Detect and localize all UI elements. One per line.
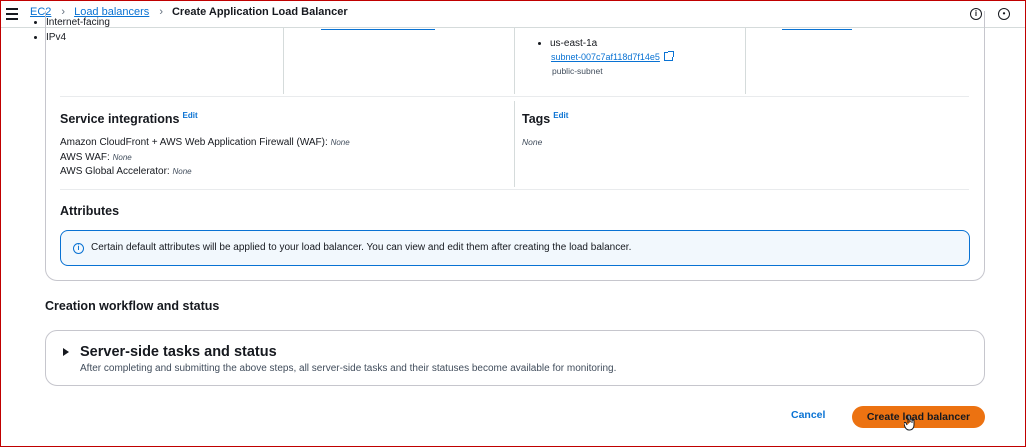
- divider: [60, 96, 969, 97]
- attributes-heading: Attributes: [60, 204, 120, 218]
- workflow-heading: Creation workflow and status: [45, 299, 220, 313]
- availability-zone-list: us-east-1a: [550, 37, 597, 51]
- aws-waf-row: AWS WAF: None: [60, 152, 132, 163]
- subnet-link[interactable]: subnet-007c7af118d7f14e5: [551, 51, 674, 62]
- tags-value: None: [522, 137, 543, 147]
- service-integrations-heading: Service integrations Edit: [60, 111, 198, 126]
- create-load-balancer-button[interactable]: Create load balancer: [852, 406, 985, 428]
- row-value: None: [172, 167, 192, 176]
- divider: [514, 101, 515, 187]
- feedback-icon[interactable]: •: [998, 8, 1010, 20]
- list-item: IPv4: [46, 30, 110, 45]
- external-link-icon: [663, 51, 674, 61]
- menu-icon[interactable]: [6, 8, 18, 20]
- section-title: Tags: [522, 112, 551, 126]
- caret-right-icon[interactable]: [63, 348, 69, 356]
- edit-tags-link[interactable]: Edit: [553, 111, 568, 120]
- tasks-description: After completing and submitting the abov…: [80, 363, 617, 374]
- attributes-info-alert: i Certain default attributes will be app…: [60, 230, 970, 266]
- subnet-id: subnet-007c7af118d7f14e5: [551, 52, 660, 62]
- edit-service-integrations-link[interactable]: Edit: [183, 111, 198, 120]
- tags-heading: Tags Edit: [522, 111, 568, 126]
- row-label: Amazon CloudFront + AWS Web Application …: [60, 137, 328, 148]
- list-item: Internet-facing: [46, 15, 110, 30]
- global-accelerator-row: AWS Global Accelerator: None: [60, 166, 192, 177]
- alert-text: Certain default attributes will be appli…: [91, 242, 632, 253]
- divider: [514, 28, 515, 94]
- row-value: None: [330, 138, 350, 147]
- cancel-button[interactable]: Cancel: [791, 409, 825, 421]
- row-label: AWS WAF:: [60, 152, 110, 163]
- cloudfront-waf-row: Amazon CloudFront + AWS Web Application …: [60, 137, 350, 148]
- info-icon: i: [73, 243, 84, 254]
- server-side-tasks-expander[interactable]: Server-side tasks and status After compl…: [45, 330, 985, 386]
- truncated-link[interactable]: [782, 28, 852, 30]
- divider: [745, 28, 746, 94]
- divider: [283, 28, 284, 94]
- tasks-title[interactable]: Server-side tasks and status: [80, 344, 277, 360]
- section-title: Service integrations: [60, 112, 180, 126]
- divider: [60, 189, 969, 190]
- row-label: AWS Global Accelerator:: [60, 166, 170, 177]
- scheme-list: Internet-facing IPv4: [46, 15, 110, 45]
- hand-cursor-icon: [904, 415, 915, 431]
- subnet-name: public-subnet: [552, 66, 603, 76]
- truncated-link[interactable]: [321, 28, 435, 30]
- row-value: None: [112, 153, 132, 162]
- availability-zone: us-east-1a: [550, 37, 597, 51]
